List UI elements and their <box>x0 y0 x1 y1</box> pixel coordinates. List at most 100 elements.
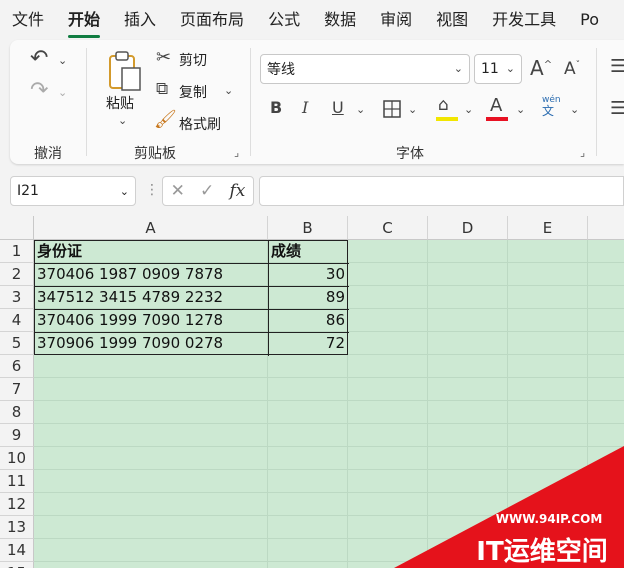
chevron-down-icon: ⌄ <box>119 185 129 198</box>
format-painter-icon[interactable]: 🖌 <box>154 111 177 129</box>
underline-icon[interactable]: U <box>332 100 344 116</box>
select-all-corner[interactable] <box>0 216 34 240</box>
group-divider <box>86 48 87 156</box>
id-cell[interactable]: 370906 1999 7090 0278 <box>34 332 267 355</box>
score-cell[interactable]: 30 <box>268 263 348 286</box>
header-cell-id[interactable]: 身份证 <box>34 240 267 263</box>
watermark-url: WWW.94IP.COM <box>496 512 603 526</box>
copy-label[interactable]: 复制 <box>179 82 207 102</box>
column-header-a[interactable]: A <box>34 216 268 240</box>
tab-power[interactable]: Po <box>568 0 611 40</box>
score-cell[interactable]: 86 <box>268 309 348 332</box>
copy-dropdown-icon[interactable]: ⌄ <box>224 84 233 97</box>
watermark: WWW.94IP.COM IT运维空间 <box>394 446 624 568</box>
formula-actions: ✕ ✓ fx <box>162 176 254 206</box>
fill-color-swatch <box>436 117 458 121</box>
cut-label[interactable]: 剪切 <box>179 50 207 70</box>
insert-function-icon[interactable]: fx <box>230 181 246 201</box>
tab-insert[interactable]: 插入 <box>112 0 168 40</box>
tab-review[interactable]: 审阅 <box>368 0 424 40</box>
redo-icon[interactable]: ↷ <box>30 80 48 102</box>
ribbon-tabs: 文件 开始 插入 页面布局 公式 数据 审阅 视图 开发工具 Po <box>0 0 624 40</box>
clipboard-group-label: 剪贴板 <box>134 146 176 162</box>
row-header[interactable]: 3 <box>0 286 34 309</box>
paste-icon[interactable] <box>106 50 142 92</box>
column-header-b[interactable]: B <box>268 216 348 240</box>
column-header-c[interactable]: C <box>348 216 428 240</box>
row-header[interactable]: 2 <box>0 263 34 286</box>
clipboard-launcher-icon[interactable]: ⌟ <box>234 146 239 159</box>
redo-dropdown-icon[interactable]: ⌄ <box>58 86 67 99</box>
column-header-e[interactable]: E <box>508 216 588 240</box>
scissors-icon[interactable]: ✂ <box>156 49 171 67</box>
undo-dropdown-icon[interactable]: ⌄ <box>58 54 67 67</box>
tab-formulas[interactable]: 公式 <box>256 0 312 40</box>
row-header[interactable]: 8 <box>0 401 34 424</box>
row-header[interactable]: 15 <box>0 562 34 568</box>
confirm-icon[interactable]: ✓ <box>200 181 214 201</box>
row-header[interactable]: 7 <box>0 378 34 401</box>
name-box[interactable]: I21 ⌄ <box>10 176 136 206</box>
align-left-icon[interactable]: ☰ <box>610 100 624 118</box>
chevron-down-icon: ⌄ <box>453 62 463 75</box>
phonetic-dropdown-icon[interactable]: ⌄ <box>570 103 579 116</box>
grow-font-icon[interactable]: A^ <box>530 58 552 78</box>
undo-icon[interactable]: ↶ <box>30 48 48 70</box>
undo-group-label: 撤消 <box>34 146 62 162</box>
paste-label[interactable]: 粘贴 <box>106 93 134 113</box>
row-header[interactable]: 9 <box>0 424 34 447</box>
gridline <box>34 400 624 401</box>
bold-icon[interactable]: B <box>270 100 282 116</box>
gridline <box>34 377 624 378</box>
column-header-d[interactable]: D <box>428 216 508 240</box>
formula-input[interactable] <box>259 176 624 206</box>
row-header[interactable]: 1 <box>0 240 34 263</box>
header-cell-score[interactable]: 成绩 <box>268 240 348 263</box>
phonetic-icon[interactable]: wén 文 <box>542 96 561 118</box>
row-header[interactable]: 14 <box>0 539 34 562</box>
font-size-select[interactable]: 11 ⌄ <box>474 54 522 84</box>
id-cell[interactable]: 370406 1987 0909 7878 <box>34 263 267 286</box>
row-header[interactable]: 12 <box>0 493 34 516</box>
align-top-icon[interactable]: ☰ <box>610 58 624 76</box>
row-header[interactable]: 4 <box>0 309 34 332</box>
row-header[interactable]: 11 <box>0 470 34 493</box>
borders-dropdown-icon[interactable]: ⌄ <box>408 103 417 116</box>
font-color-swatch <box>486 117 508 121</box>
cancel-icon[interactable]: ✕ <box>171 181 185 201</box>
tab-data[interactable]: 数据 <box>312 0 368 40</box>
row-header[interactable]: 10 <box>0 447 34 470</box>
font-color-dropdown-icon[interactable]: ⌄ <box>516 103 525 116</box>
row-header[interactable]: 13 <box>0 516 34 539</box>
font-size-value: 11 <box>481 61 499 77</box>
fill-color-dropdown-icon[interactable]: ⌄ <box>464 103 473 116</box>
group-divider <box>596 48 597 156</box>
tab-developer[interactable]: 开发工具 <box>480 0 568 40</box>
tab-home[interactable]: 开始 <box>56 0 112 40</box>
score-cell[interactable]: 89 <box>268 286 348 309</box>
ribbon-panel: ↶ ⌄ ↷ ⌄ 撤消 粘贴 ⌄ ✂ 剪切 ⧉ 复制 ⌄ 🖌 格式刷 剪贴板 ⌟ … <box>10 40 624 164</box>
id-cell[interactable]: 347512 3415 4789 2232 <box>34 286 267 309</box>
watermark-brand: IT运维空间 <box>476 536 607 567</box>
borders-icon[interactable] <box>382 99 402 119</box>
id-cell[interactable]: 370406 1999 7090 1278 <box>34 309 267 332</box>
drag-handle-icon[interactable]: ⋮ <box>145 182 159 198</box>
font-color-icon[interactable]: A <box>490 97 502 115</box>
underline-dropdown-icon[interactable]: ⌄ <box>356 103 365 116</box>
paste-dropdown-icon[interactable]: ⌄ <box>118 114 127 127</box>
tab-view[interactable]: 视图 <box>424 0 480 40</box>
font-name-select[interactable]: 等线 ⌄ <box>260 54 470 84</box>
italic-icon[interactable]: I <box>302 100 308 116</box>
tab-file[interactable]: 文件 <box>0 0 56 40</box>
format-painter-label[interactable]: 格式刷 <box>179 114 221 134</box>
row-header[interactable]: 6 <box>0 355 34 378</box>
font-launcher-icon[interactable]: ⌟ <box>580 146 585 159</box>
score-cell[interactable]: 72 <box>268 332 348 355</box>
row-header[interactable]: 5 <box>0 332 34 355</box>
tab-page-layout[interactable]: 页面布局 <box>168 0 256 40</box>
copy-icon[interactable]: ⧉ <box>156 81 168 98</box>
fill-color-icon[interactable]: ⌂ <box>438 97 449 114</box>
shrink-font-icon[interactable]: Aˇ <box>564 61 580 78</box>
column-header-f[interactable] <box>588 216 624 240</box>
font-name-value: 等线 <box>267 62 295 78</box>
